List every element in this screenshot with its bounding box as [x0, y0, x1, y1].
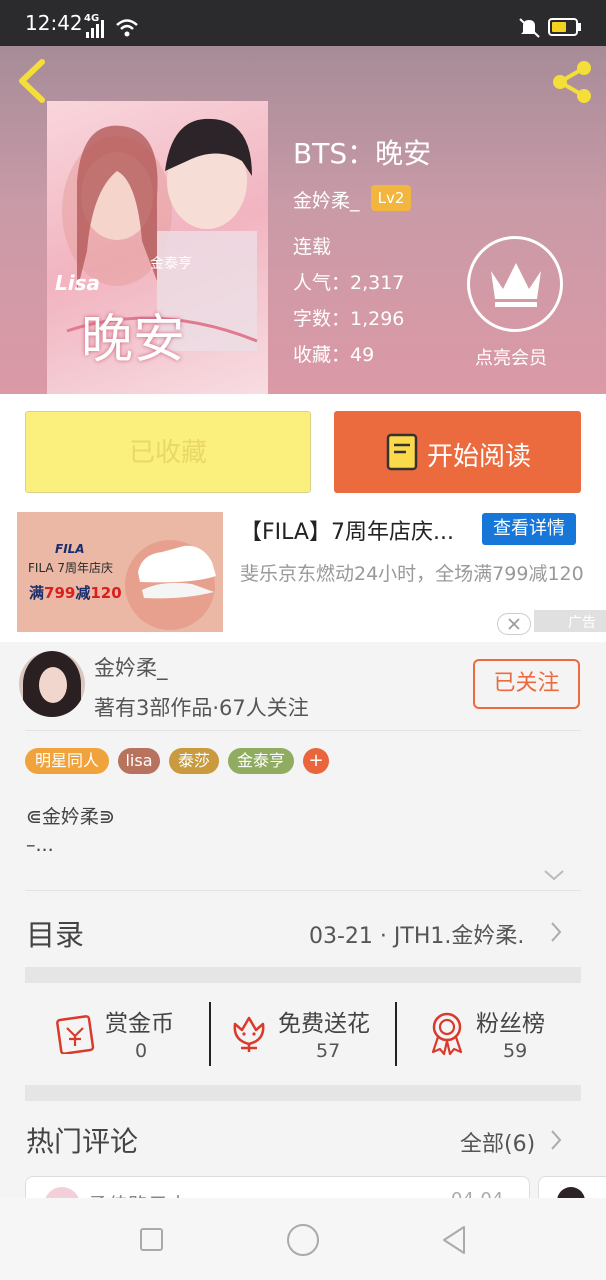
status-bar: 12:42 4G	[0, 0, 606, 46]
cover-lisa-text: Lisa	[55, 271, 100, 295]
book-header: Lisa 金泰亨 晚安 BTS：晚安 金妗柔_ Lv2 连载 人气：2,317 …	[0, 46, 606, 394]
ad-description: 斐乐京东燃动24小时，全场满799减120	[240, 563, 584, 585]
back-nav-icon[interactable]	[440, 1224, 468, 1256]
battery-icon	[548, 18, 578, 36]
tag-item[interactable]: lisa	[118, 748, 160, 774]
author-card-name[interactable]: 金妗柔_	[94, 652, 168, 682]
book-title: BTS：晚安	[293, 137, 432, 170]
level-badge: Lv2	[371, 185, 411, 211]
ad-image[interactable]: FILA FILA 7周年店庆 满799减120	[17, 512, 223, 632]
add-tag-button[interactable]: +	[303, 748, 329, 774]
ad-brand-logo: FILA	[55, 542, 85, 556]
ad-title[interactable]: 【FILA】7周年店庆...	[240, 514, 454, 546]
author-name[interactable]: 金妗柔_	[293, 186, 360, 213]
signal-icon	[86, 20, 104, 38]
ad-image-promo: 满799减120	[29, 584, 122, 602]
home-button[interactable]	[287, 1224, 319, 1256]
catalog-chevron-icon[interactable]	[549, 920, 563, 944]
book-cover[interactable]: Lisa 金泰亨 晚安	[47, 101, 268, 394]
start-reading-button[interactable]: 开始阅读	[334, 411, 581, 493]
flowers-label: 免费送花	[278, 1011, 370, 1037]
catalog-label[interactable]: 目录	[26, 912, 84, 954]
action-bar: 已收藏 开始阅读	[0, 394, 606, 510]
collected-button[interactable]: 已收藏	[25, 411, 311, 493]
expand-chevron-icon[interactable]	[543, 868, 565, 882]
system-nav-bar	[0, 1198, 606, 1280]
ad-close-button[interactable]	[497, 613, 531, 635]
back-icon[interactable]	[14, 58, 50, 104]
share-icon[interactable]	[548, 58, 596, 106]
follow-button[interactable]: 已关注	[473, 659, 580, 709]
author-card-stats: 著有3部作品·67人关注	[94, 696, 309, 720]
flower-icon	[233, 1016, 265, 1052]
ad-detail-button[interactable]: 查看详情	[482, 513, 576, 545]
reward-value: 0	[135, 1040, 148, 1062]
ad-banner[interactable]: FILA FILA 7周年店庆 满799减120 【FILA】7周年店庆... …	[0, 510, 606, 642]
intro-line2: –...	[26, 834, 54, 856]
fans-value: 59	[503, 1040, 528, 1062]
author-avatar[interactable]	[19, 651, 85, 717]
cover-name-text: 金泰亨	[150, 256, 192, 272]
favorites-stat: 收藏：49	[293, 344, 375, 366]
ad-image-line1: FILA 7周年店庆	[28, 561, 114, 575]
close-icon	[508, 618, 520, 630]
tag-item[interactable]: 金泰亨	[228, 748, 294, 774]
word-count-stat: 字数：1,296	[293, 308, 405, 330]
flowers-value: 57	[316, 1040, 341, 1062]
tag-item[interactable]: 明星同人	[25, 748, 109, 774]
ad-label-badge: 广告	[534, 610, 606, 632]
cover-title-text: 晚安	[81, 310, 186, 370]
all-comments-link[interactable]: 全部(6)	[460, 1126, 535, 1158]
wifi-icon	[116, 19, 138, 37]
start-reading-label: 开始阅读	[427, 442, 532, 472]
fans-ranking-button[interactable]: 粉丝榜 59	[397, 998, 582, 1068]
serial-status: 连载	[293, 236, 332, 258]
popularity-stat: 人气：2,317	[293, 272, 405, 294]
free-flowers-button[interactable]: 免费送花 57	[211, 998, 396, 1068]
reward-coins-button[interactable]: 赏金币 0	[25, 998, 210, 1068]
mute-icon	[519, 18, 540, 38]
vip-button[interactable]	[467, 236, 563, 332]
crown-icon	[491, 263, 541, 307]
red-envelope-icon	[56, 1015, 95, 1054]
intro-line1: ⋐金妗柔⋑	[26, 806, 115, 828]
sneaker-image	[138, 545, 216, 599]
status-time: 12:42	[25, 11, 83, 35]
vip-label: 点亮会员	[475, 348, 547, 369]
tag-item[interactable]: 泰莎	[169, 748, 219, 774]
medal-icon	[431, 1012, 463, 1056]
recents-button[interactable]	[140, 1228, 163, 1251]
comments-chevron-icon[interactable]	[549, 1128, 563, 1152]
book-icon	[386, 433, 418, 471]
fans-label: 粉丝榜	[476, 1011, 545, 1037]
catalog-latest-chapter[interactable]: 03-21 · JTH1.金妗柔.	[309, 918, 524, 950]
ad-label-text: 广告	[568, 615, 596, 631]
hot-comments-title: 热门评论	[26, 1125, 139, 1158]
reward-label: 赏金币	[105, 1011, 174, 1037]
book-details: 金妗柔_ 著有3部作品·67人关注 已关注 明星同人 lisa 泰莎 金泰亨 +…	[0, 642, 606, 1216]
